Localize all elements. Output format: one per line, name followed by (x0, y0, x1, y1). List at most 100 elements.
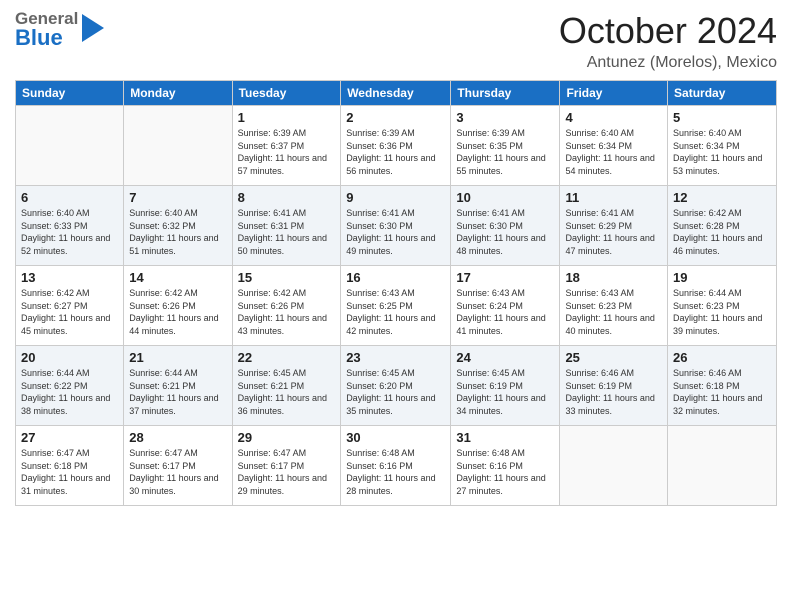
calendar-day-16: 16Sunrise: 6:43 AM Sunset: 6:25 PM Dayli… (341, 266, 451, 346)
day-number: 7 (129, 190, 226, 205)
calendar-header-thursday: Thursday (451, 81, 560, 106)
header: General Blue October 2024 Antunez (Morel… (15, 10, 777, 72)
day-number: 28 (129, 430, 226, 445)
calendar-header-sunday: Sunday (16, 81, 124, 106)
calendar-header-monday: Monday (124, 81, 232, 106)
day-info: Sunrise: 6:47 AM Sunset: 6:18 PM Dayligh… (21, 447, 118, 497)
day-info: Sunrise: 6:40 AM Sunset: 6:34 PM Dayligh… (673, 127, 771, 177)
day-number: 13 (21, 270, 118, 285)
calendar-header-tuesday: Tuesday (232, 81, 341, 106)
day-info: Sunrise: 6:42 AM Sunset: 6:28 PM Dayligh… (673, 207, 771, 257)
calendar-day-15: 15Sunrise: 6:42 AM Sunset: 6:26 PM Dayli… (232, 266, 341, 346)
day-info: Sunrise: 6:46 AM Sunset: 6:19 PM Dayligh… (565, 367, 662, 417)
day-info: Sunrise: 6:45 AM Sunset: 6:19 PM Dayligh… (456, 367, 554, 417)
calendar-day-empty (16, 106, 124, 186)
calendar-day-19: 19Sunrise: 6:44 AM Sunset: 6:23 PM Dayli… (668, 266, 777, 346)
logo-image: General Blue (15, 10, 104, 49)
calendar-week-row: 6Sunrise: 6:40 AM Sunset: 6:33 PM Daylig… (16, 186, 777, 266)
title-section: October 2024 Antunez (Morelos), Mexico (559, 10, 777, 72)
month-year: October 2024 (559, 10, 777, 52)
calendar-week-row: 20Sunrise: 6:44 AM Sunset: 6:22 PM Dayli… (16, 346, 777, 426)
calendar-day-9: 9 Sunrise: 6:41 AM Sunset: 6:30 PM Daylig… (341, 186, 451, 266)
day-info: Sunrise: 6:40 AM Sunset: 6:34 PM Dayligh… (565, 127, 662, 177)
page: General Blue October 2024 Antunez (Morel… (0, 0, 792, 612)
day-number: 1 (238, 110, 336, 125)
day-info: Sunrise: 6:42 AM Sunset: 6:26 PM Dayligh… (129, 287, 226, 337)
calendar-day-12: 12 Sunrise: 6:42 AM Sunset: 6:28 PM Dayli… (668, 186, 777, 266)
day-info: Sunrise: 6:45 AM Sunset: 6:21 PM Dayligh… (238, 367, 336, 417)
day-info: Sunrise: 6:46 AM Sunset: 6:18 PM Dayligh… (673, 367, 771, 417)
day-number: 29 (238, 430, 336, 445)
calendar-day-1: 1 Sunrise: 6:39 AM Sunset: 6:37 PM Daylig… (232, 106, 341, 186)
calendar-day-13: 13Sunrise: 6:42 AM Sunset: 6:27 PM Dayli… (16, 266, 124, 346)
day-info: Sunrise: 6:41 AM Sunset: 6:31 PM Dayligh… (238, 207, 336, 257)
day-info: Sunrise: 6:44 AM Sunset: 6:22 PM Dayligh… (21, 367, 118, 417)
day-number: 30 (346, 430, 445, 445)
day-info: Sunrise: 6:39 AM Sunset: 6:37 PM Dayligh… (238, 127, 336, 177)
day-number: 23 (346, 350, 445, 365)
calendar-day-29: 29 Sunrise: 6:47 AM Sunset: 6:17 PM Dayli… (232, 426, 341, 506)
calendar-body: 1 Sunrise: 6:39 AM Sunset: 6:37 PM Daylig… (16, 106, 777, 506)
calendar-day-14: 14Sunrise: 6:42 AM Sunset: 6:26 PM Dayli… (124, 266, 232, 346)
day-number: 18 (565, 270, 662, 285)
day-info: Sunrise: 6:43 AM Sunset: 6:24 PM Dayligh… (456, 287, 554, 337)
calendar-day-20: 20Sunrise: 6:44 AM Sunset: 6:22 PM Dayli… (16, 346, 124, 426)
day-number: 11 (565, 190, 662, 205)
day-info: Sunrise: 6:41 AM Sunset: 6:30 PM Dayligh… (456, 207, 554, 257)
day-number: 5 (673, 110, 771, 125)
calendar-week-row: 27Sunrise: 6:47 AM Sunset: 6:18 PM Dayli… (16, 426, 777, 506)
calendar-day-25: 25 Sunrise: 6:46 AM Sunset: 6:19 PM Dayli… (560, 346, 668, 426)
calendar-day-28: 28Sunrise: 6:47 AM Sunset: 6:17 PM Dayli… (124, 426, 232, 506)
day-number: 10 (456, 190, 554, 205)
day-info: Sunrise: 6:41 AM Sunset: 6:29 PM Dayligh… (565, 207, 662, 257)
calendar-header-saturday: Saturday (668, 81, 777, 106)
day-info: Sunrise: 6:43 AM Sunset: 6:23 PM Dayligh… (565, 287, 662, 337)
calendar-day-26: 26 Sunrise: 6:46 AM Sunset: 6:18 PM Dayli… (668, 346, 777, 426)
day-info: Sunrise: 6:39 AM Sunset: 6:36 PM Dayligh… (346, 127, 445, 177)
day-number: 22 (238, 350, 336, 365)
calendar-day-empty (560, 426, 668, 506)
calendar-day-23: 23Sunrise: 6:45 AM Sunset: 6:20 PM Dayli… (341, 346, 451, 426)
day-number: 17 (456, 270, 554, 285)
calendar-day-31: 31Sunrise: 6:48 AM Sunset: 6:16 PM Dayli… (451, 426, 560, 506)
day-info: Sunrise: 6:42 AM Sunset: 6:26 PM Dayligh… (238, 287, 336, 337)
day-info: Sunrise: 6:39 AM Sunset: 6:35 PM Dayligh… (456, 127, 554, 177)
day-number: 21 (129, 350, 226, 365)
calendar-day-17: 17 Sunrise: 6:43 AM Sunset: 6:24 PM Dayli… (451, 266, 560, 346)
logo-arrow-icon (82, 14, 104, 46)
calendar-day-18: 18 Sunrise: 6:43 AM Sunset: 6:23 PM Dayli… (560, 266, 668, 346)
day-number: 19 (673, 270, 771, 285)
calendar-day-4: 4Sunrise: 6:40 AM Sunset: 6:34 PM Daylig… (560, 106, 668, 186)
day-info: Sunrise: 6:41 AM Sunset: 6:30 PM Dayligh… (346, 207, 445, 257)
calendar-header-wednesday: Wednesday (341, 81, 451, 106)
day-info: Sunrise: 6:44 AM Sunset: 6:21 PM Dayligh… (129, 367, 226, 417)
calendar-day-8: 8 Sunrise: 6:41 AM Sunset: 6:31 PM Daylig… (232, 186, 341, 266)
calendar-day-21: 21 Sunrise: 6:44 AM Sunset: 6:21 PM Dayli… (124, 346, 232, 426)
calendar-week-row: 13Sunrise: 6:42 AM Sunset: 6:27 PM Dayli… (16, 266, 777, 346)
day-info: Sunrise: 6:48 AM Sunset: 6:16 PM Dayligh… (346, 447, 445, 497)
day-number: 9 (346, 190, 445, 205)
day-info: Sunrise: 6:40 AM Sunset: 6:32 PM Dayligh… (129, 207, 226, 257)
day-number: 26 (673, 350, 771, 365)
calendar-header-friday: Friday (560, 81, 668, 106)
calendar-day-3: 3 Sunrise: 6:39 AM Sunset: 6:35 PM Daylig… (451, 106, 560, 186)
day-number: 16 (346, 270, 445, 285)
calendar-header-row: SundayMondayTuesdayWednesdayThursdayFrid… (16, 81, 777, 106)
calendar-day-5: 5 Sunrise: 6:40 AM Sunset: 6:34 PM Daylig… (668, 106, 777, 186)
day-number: 6 (21, 190, 118, 205)
calendar-day-empty (668, 426, 777, 506)
day-number: 25 (565, 350, 662, 365)
calendar-day-22: 22 Sunrise: 6:45 AM Sunset: 6:21 PM Dayli… (232, 346, 341, 426)
day-number: 12 (673, 190, 771, 205)
calendar-day-30: 30 Sunrise: 6:48 AM Sunset: 6:16 PM Dayli… (341, 426, 451, 506)
day-info: Sunrise: 6:47 AM Sunset: 6:17 PM Dayligh… (238, 447, 336, 497)
calendar-day-empty (124, 106, 232, 186)
logo-blue-text: Blue (15, 27, 78, 49)
day-number: 2 (346, 110, 445, 125)
day-number: 3 (456, 110, 554, 125)
day-number: 8 (238, 190, 336, 205)
day-number: 31 (456, 430, 554, 445)
calendar-day-24: 24Sunrise: 6:45 AM Sunset: 6:19 PM Dayli… (451, 346, 560, 426)
calendar-week-row: 1 Sunrise: 6:39 AM Sunset: 6:37 PM Daylig… (16, 106, 777, 186)
location: Antunez (Morelos), Mexico (559, 54, 777, 72)
